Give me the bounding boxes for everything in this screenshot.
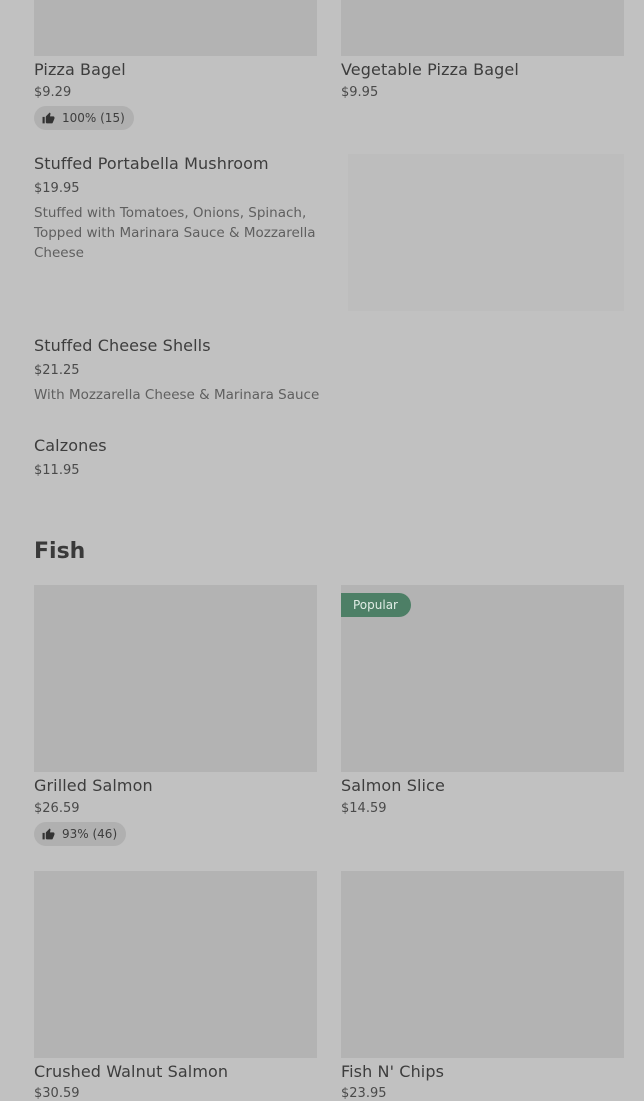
rating-text: 100% (15) [62,111,125,125]
thumbs-up-icon [42,828,55,839]
item-name[interactable]: Pizza Bagel [34,60,126,79]
item-name[interactable]: Crushed Walnut Salmon [34,1062,228,1081]
thumbs-up-icon [42,112,55,123]
crushed-walnut-salmon-image[interactable] [34,871,317,1058]
item-description: With Mozzarella Cheese & Marinara Sauce [34,387,320,403]
stuffed-portabella-image[interactable] [348,154,624,311]
popular-badge: Popular [341,593,411,617]
item-name[interactable]: Calzones [34,436,107,455]
rating-badge: 100% (15) [34,106,134,130]
vegetable-pizza-bagel-image[interactable] [341,0,624,56]
grilled-salmon-image[interactable] [34,585,317,772]
item-price: $26.59 [34,801,80,816]
item-price: $21.25 [34,363,80,378]
item-name[interactable]: Grilled Salmon [34,776,153,795]
section-title: Fish [34,539,86,564]
item-description: Stuffed with Tomatoes, Onions, Spinach, … [34,205,316,261]
item-name[interactable]: Stuffed Portabella Mushroom [34,154,269,173]
pizza-bagel-image[interactable] [34,0,317,56]
item-price: $30.59 [34,1086,80,1101]
item-price: $23.95 [341,1086,387,1101]
item-price: $19.95 [34,181,80,196]
item-name[interactable]: Stuffed Cheese Shells [34,336,211,355]
item-price: $9.29 [34,85,72,100]
item-price: $11.95 [34,463,80,478]
item-name[interactable]: Salmon Slice [341,776,445,795]
rating-text: 93% (46) [62,827,118,841]
item-name[interactable]: Fish N' Chips [341,1062,444,1081]
fish-n-chips-image[interactable] [341,871,624,1058]
item-price: $9.95 [341,85,379,100]
item-name[interactable]: Vegetable Pizza Bagel [341,60,519,79]
item-price: $14.59 [341,801,387,816]
rating-badge: 93% (46) [34,822,127,846]
